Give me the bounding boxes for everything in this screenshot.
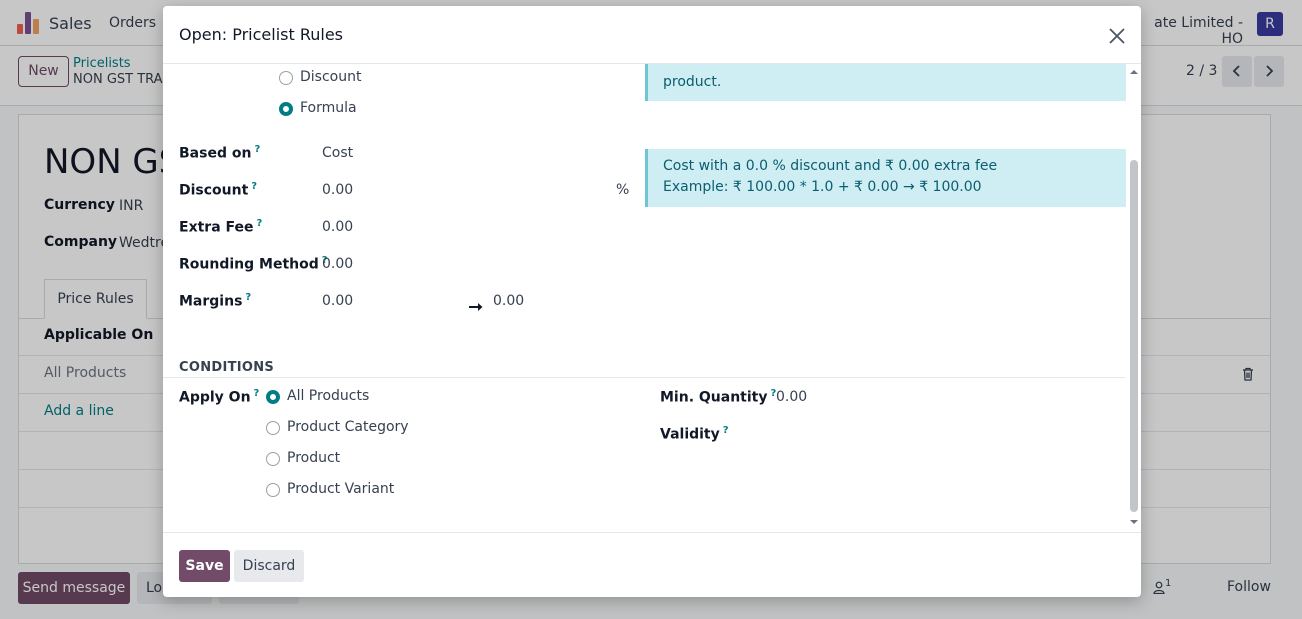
arrow-right-icon	[469, 303, 483, 311]
radio-discount-label[interactable]: Discount	[300, 69, 361, 85]
discount-percent-unit: %	[616, 182, 630, 198]
modal-footer: Save Discard	[163, 532, 1141, 597]
validity-label: Validity?	[660, 425, 729, 443]
radio-formula[interactable]	[279, 102, 293, 116]
rounding-method-label: Rounding Method?	[179, 255, 328, 273]
conditions-section-title: CONDITIONS	[179, 360, 275, 375]
scrollbar-thumb[interactable]	[1130, 160, 1138, 512]
save-button[interactable]: Save	[179, 550, 230, 582]
modal-body[interactable]: Discount Formula product. Based on? Cost…	[163, 64, 1141, 532]
radio-product-variant-label[interactable]: Product Variant	[287, 481, 394, 497]
help-icon[interactable]: ?	[245, 292, 251, 303]
formula-info-line2: Example: ₹ 100.00 * 1.0 + ₹ 0.00 → ₹ 100…	[663, 179, 982, 195]
min-margin-input[interactable]: 0.00	[322, 293, 353, 309]
validity-date-range-input[interactable]	[776, 426, 1076, 444]
alert-top-text: product.	[663, 74, 722, 90]
help-icon[interactable]: ?	[254, 144, 260, 155]
help-icon[interactable]: ?	[254, 388, 260, 399]
radio-product[interactable]	[266, 452, 280, 466]
max-margin-input[interactable]: 0.00	[493, 293, 524, 309]
conditions-divider	[163, 377, 1125, 378]
extra-fee-input[interactable]: 0.00	[322, 219, 353, 235]
formula-info-alert: Cost with a 0.0 % discount and ₹ 0.00 ex…	[645, 149, 1126, 207]
modal-header: Open: Pricelist Rules	[163, 6, 1141, 64]
radio-discount[interactable]	[279, 71, 293, 85]
info-alert-top: product.	[645, 64, 1126, 101]
help-icon[interactable]: ?	[251, 181, 257, 192]
extra-fee-label: Extra Fee?	[179, 218, 263, 236]
min-quantity-label: Min. Quantity?	[660, 388, 777, 406]
margins-label: Margins?	[179, 292, 252, 310]
radio-product-label[interactable]: Product	[287, 450, 340, 466]
based-on-field[interactable]: Cost	[322, 145, 353, 161]
min-quantity-input[interactable]: 0.00	[776, 389, 807, 405]
modal-scrollbar[interactable]	[1127, 64, 1141, 532]
apply-on-label: Apply On?	[179, 388, 260, 406]
formula-info-line1: Cost with a 0.0 % discount and ₹ 0.00 ex…	[663, 158, 998, 174]
discard-button[interactable]: Discard	[234, 550, 304, 582]
scroll-up-icon[interactable]	[1129, 68, 1139, 76]
discount-label: Discount?	[179, 181, 258, 199]
based-on-label: Based on?	[179, 144, 261, 162]
radio-all-products-label[interactable]: All Products	[287, 388, 369, 404]
close-icon[interactable]	[1107, 26, 1127, 46]
help-icon[interactable]: ?	[723, 425, 729, 436]
help-icon[interactable]: ?	[257, 218, 263, 229]
discount-input[interactable]: 0.00	[322, 182, 353, 198]
rounding-method-input[interactable]: 0.00	[322, 256, 353, 272]
radio-product-category-label[interactable]: Product Category	[287, 419, 409, 435]
pricelist-rule-dialog: Open: Pricelist Rules Discount Formula p…	[163, 6, 1141, 597]
radio-formula-label[interactable]: Formula	[300, 100, 357, 116]
modal-title: Open: Pricelist Rules	[179, 25, 343, 44]
radio-product-variant[interactable]	[266, 483, 280, 497]
radio-all-products[interactable]	[266, 390, 280, 404]
scroll-down-icon[interactable]	[1129, 518, 1139, 526]
radio-product-category[interactable]	[266, 421, 280, 435]
